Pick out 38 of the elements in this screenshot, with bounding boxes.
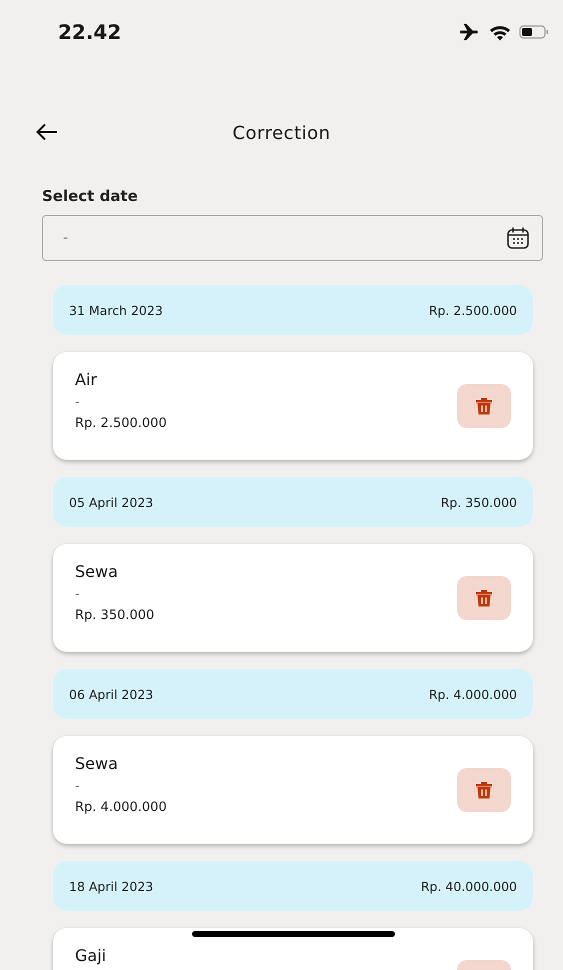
group-date: 31 March 2023 <box>69 302 163 318</box>
airplane-icon <box>459 23 481 41</box>
trash-icon <box>475 397 493 415</box>
group-total: Rp. 2.500.000 <box>428 302 517 318</box>
transaction-card[interactable]: Gaji <box>53 928 533 970</box>
group-total: Rp. 350.000 <box>440 494 517 510</box>
transaction-card[interactable]: Air - Rp. 2.500.000 <box>53 352 533 460</box>
delete-button[interactable] <box>457 576 511 620</box>
group-date: 18 April 2023 <box>69 878 154 894</box>
date-field[interactable]: - <box>42 215 543 261</box>
transaction-name: Sewa <box>75 754 119 773</box>
back-arrow-icon <box>36 123 58 141</box>
group-total: Rp. 40.000.000 <box>420 878 517 894</box>
transaction-card[interactable]: Sewa - Rp. 4.000.000 <box>53 736 533 844</box>
wifi-icon <box>489 24 511 40</box>
delete-button[interactable] <box>457 768 511 812</box>
group-total: Rp. 4.000.000 <box>428 686 517 702</box>
screen-title: Correction <box>232 122 331 144</box>
delete-button[interactable] <box>457 384 511 428</box>
transaction-amount: Rp. 350.000 <box>75 608 154 623</box>
group-date: 05 April 2023 <box>69 494 154 510</box>
transaction-name: Gaji <box>75 946 106 965</box>
trash-icon <box>475 589 493 607</box>
transaction-card[interactable]: Sewa - Rp. 350.000 <box>53 544 533 652</box>
back-button[interactable] <box>34 121 60 143</box>
transaction-note: - <box>75 395 81 410</box>
group-date: 06 April 2023 <box>69 686 154 702</box>
field-label: Select date <box>42 187 139 205</box>
calendar-icon <box>506 226 530 250</box>
transaction-note: - <box>75 779 81 794</box>
transaction-note: - <box>75 587 81 602</box>
transaction-name: Air <box>75 370 98 389</box>
trash-icon <box>475 781 493 799</box>
battery-icon <box>519 24 549 40</box>
transaction-amount: Rp. 2.500.000 <box>75 416 167 431</box>
transaction-amount: Rp. 4.000.000 <box>75 800 167 815</box>
transaction-name: Sewa <box>75 562 119 581</box>
status-time: 22.42 <box>58 20 122 44</box>
